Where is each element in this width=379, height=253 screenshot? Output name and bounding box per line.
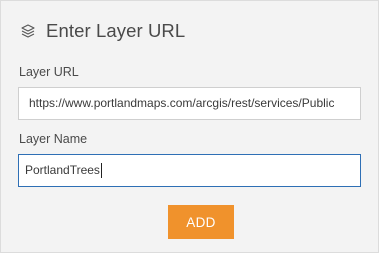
layer-name-value: PortlandTrees (25, 163, 100, 177)
layers-icon (19, 22, 37, 40)
add-button[interactable]: ADD (168, 205, 234, 239)
layer-name-label: Layer Name (19, 132, 88, 146)
text-caret (100, 163, 102, 178)
layer-name-input[interactable]: PortlandTrees (18, 154, 361, 187)
panel-header: Enter Layer URL (19, 19, 185, 43)
add-layer-panel: Enter Layer URL Layer URL https://www.po… (0, 0, 379, 253)
layer-url-value: https://www.portlandmaps.com/arcgis/rest… (29, 96, 335, 110)
layer-url-input[interactable]: https://www.portlandmaps.com/arcgis/rest… (18, 87, 361, 120)
panel-title: Enter Layer URL (46, 20, 186, 41)
layer-url-label: Layer URL (19, 65, 79, 79)
